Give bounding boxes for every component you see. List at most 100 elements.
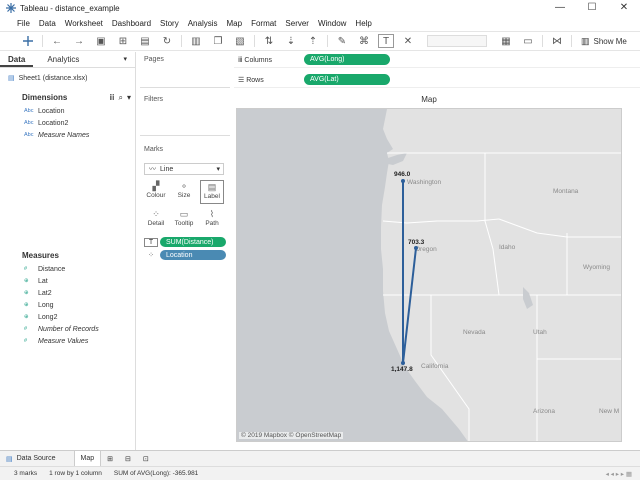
forward-arrow-icon[interactable]: → — [71, 34, 87, 48]
tab-data[interactable]: Data — [0, 52, 34, 67]
menu-data[interactable]: Data — [39, 19, 56, 28]
new-story-icon[interactable]: ⊡ — [137, 451, 155, 467]
fix-axes-icon[interactable]: ✕ — [400, 34, 416, 48]
string-type-icon: Abc — [24, 108, 34, 114]
show-cards-icon[interactable]: ▦ — [498, 34, 514, 48]
show-me-button[interactable]: ▥ Show Me — [581, 36, 627, 47]
field-long[interactable]: ⊕ Long — [0, 299, 135, 311]
measures-label: Measures — [22, 251, 59, 260]
map-attribution[interactable]: © 2019 Mapbox © OpenStreetMap — [239, 432, 344, 439]
new-worksheet-icon[interactable]: ▥ — [188, 34, 204, 48]
status-bar: 3 marks 1 row by 1 column SUM of AVG(Lon… — [0, 466, 640, 480]
tooltip-button[interactable]: ▭ Tooltip — [172, 208, 196, 232]
pages-card[interactable]: Pages — [140, 52, 230, 88]
back-arrow-icon[interactable]: ← — [49, 34, 65, 48]
sheet-tab-map[interactable]: Map — [73, 450, 102, 467]
point-label: 703.3 — [408, 239, 425, 246]
columns-shelf[interactable]: ⅲ Columns AVG(Long) — [234, 52, 640, 68]
show-me-icon: ▥ — [581, 35, 590, 46]
field-lat2[interactable]: ⊕ Lat2 — [0, 287, 135, 299]
window-title: Tableau - distance_example — [20, 3, 120, 13]
maximize-button[interactable]: ☐ — [576, 0, 608, 16]
avg-lat-pill[interactable]: AVG(Lat) — [304, 74, 390, 85]
sort-descending-icon[interactable]: ⇡ — [305, 34, 321, 48]
field-measure-names[interactable]: Abc Measure Names — [0, 129, 135, 141]
highlight-icon[interactable]: ✎ — [334, 34, 350, 48]
rows-label: ☰ Rows — [234, 76, 304, 84]
menu-format[interactable]: Format — [251, 19, 276, 28]
dimensions-menu-icon[interactable]: ▾ — [127, 91, 131, 105]
menu-window[interactable]: Window — [318, 19, 346, 28]
swap-rows-columns-icon[interactable]: ⇅ — [261, 34, 277, 48]
menu-file[interactable]: File — [17, 19, 30, 28]
presentation-mode-icon[interactable]: ▭ — [520, 34, 536, 48]
filters-card[interactable]: Filters — [140, 92, 230, 136]
clear-sheet-icon[interactable]: ▧ — [232, 34, 248, 48]
sum-distance-pill[interactable]: SUM(Distance) — [160, 237, 226, 247]
data-source-row[interactable]: ▤ Sheet1 (distance.xlsx) — [0, 71, 135, 85]
new-worksheet-icon[interactable]: ⊞ — [101, 451, 119, 467]
route-point[interactable] — [401, 361, 405, 365]
mark-type-dropdown[interactable]: 〰 Line ▾ — [144, 163, 224, 175]
path-button[interactable]: ⌇ Path — [200, 208, 224, 232]
tab-analytics[interactable]: Analytics — [39, 52, 87, 67]
refresh-icon[interactable]: ↻ — [159, 34, 175, 48]
tab-menu-icon[interactable]: ▾ — [115, 52, 135, 67]
sort-ascending-icon[interactable]: ⇣ — [283, 34, 299, 48]
menu-analysis[interactable]: Analysis — [188, 19, 218, 28]
toolbar-divider — [571, 35, 572, 47]
tableau-home-icon[interactable] — [20, 34, 36, 48]
field-measure-values[interactable]: # Measure Values — [0, 335, 135, 347]
path-label: Path — [205, 220, 219, 227]
group-members-icon[interactable]: ⌘ — [356, 34, 372, 48]
field-lat[interactable]: ⊕ Lat — [0, 275, 135, 287]
data-source-tab[interactable]: ▤ Data Source — [0, 451, 62, 467]
view-options-icon[interactable]: ⅲ — [109, 91, 114, 105]
route-point[interactable] — [401, 179, 405, 183]
pages-title: Pages — [144, 56, 164, 63]
field-location[interactable]: Abc Location — [0, 105, 135, 117]
map-view[interactable]: Washington Montana Oregon Idaho Wyoming … — [236, 108, 622, 442]
data-source-label: Data Source — [16, 455, 56, 462]
string-type-icon: Abc — [24, 120, 34, 126]
field-label: Lat — [38, 277, 48, 285]
location-pill[interactable]: Location — [160, 250, 226, 260]
field-distance[interactable]: # Distance — [0, 263, 135, 275]
pause-updates-icon[interactable]: ▤ — [137, 34, 153, 48]
field-long2[interactable]: ⊕ Long2 — [0, 311, 135, 323]
menu-worksheet[interactable]: Worksheet — [65, 19, 103, 28]
fit-dropdown[interactable] — [427, 35, 487, 47]
save-icon[interactable]: ▣ — [93, 34, 109, 48]
detail-button[interactable]: ⁘ Detail — [144, 208, 168, 232]
menu-map[interactable]: Map — [227, 19, 243, 28]
route-point[interactable] — [414, 246, 418, 250]
view-title: Map — [421, 95, 437, 104]
menu-server[interactable]: Server — [285, 19, 309, 28]
columns-text: Columns — [244, 56, 273, 64]
size-icon: ⚬ — [180, 180, 188, 191]
label-button[interactable]: ▤ Label — [200, 180, 224, 204]
search-icon[interactable]: ⌕ — [119, 91, 123, 105]
database-icon: ▤ — [6, 455, 13, 463]
size-button[interactable]: ⚬ Size — [172, 180, 196, 204]
new-dashboard-icon[interactable]: ⊟ — [119, 451, 137, 467]
duplicate-sheet-icon[interactable]: ❐ — [210, 34, 226, 48]
field-number-of-records[interactable]: # Number of Records — [0, 323, 135, 335]
field-location2[interactable]: Abc Location2 — [0, 117, 135, 129]
close-button[interactable]: ✕ — [608, 0, 640, 16]
avg-long-pill[interactable]: AVG(Long) — [304, 54, 390, 65]
show-mark-labels-icon[interactable]: T — [378, 34, 394, 48]
toolbar-divider — [254, 35, 255, 47]
map-canvas[interactable]: Washington Montana Oregon Idaho Wyoming … — [237, 109, 622, 442]
share-icon[interactable]: ⋈ — [549, 34, 565, 48]
toolbar-divider — [181, 35, 182, 47]
colour-icon: ▞ — [152, 180, 160, 191]
new-data-source-icon[interactable]: ⊞ — [115, 34, 131, 48]
menu-dashboard[interactable]: Dashboard — [112, 19, 151, 28]
menu-help[interactable]: Help — [355, 19, 371, 28]
menu-story[interactable]: Story — [160, 19, 179, 28]
colour-button[interactable]: ▞ Colour — [144, 180, 168, 204]
minimize-button[interactable]: — — [544, 0, 576, 16]
rows-shelf[interactable]: ☰ Rows AVG(Lat) — [234, 72, 640, 88]
scroll-arrows[interactable]: ◂ ◂ ▸ ▸ ▦ — [606, 470, 632, 478]
